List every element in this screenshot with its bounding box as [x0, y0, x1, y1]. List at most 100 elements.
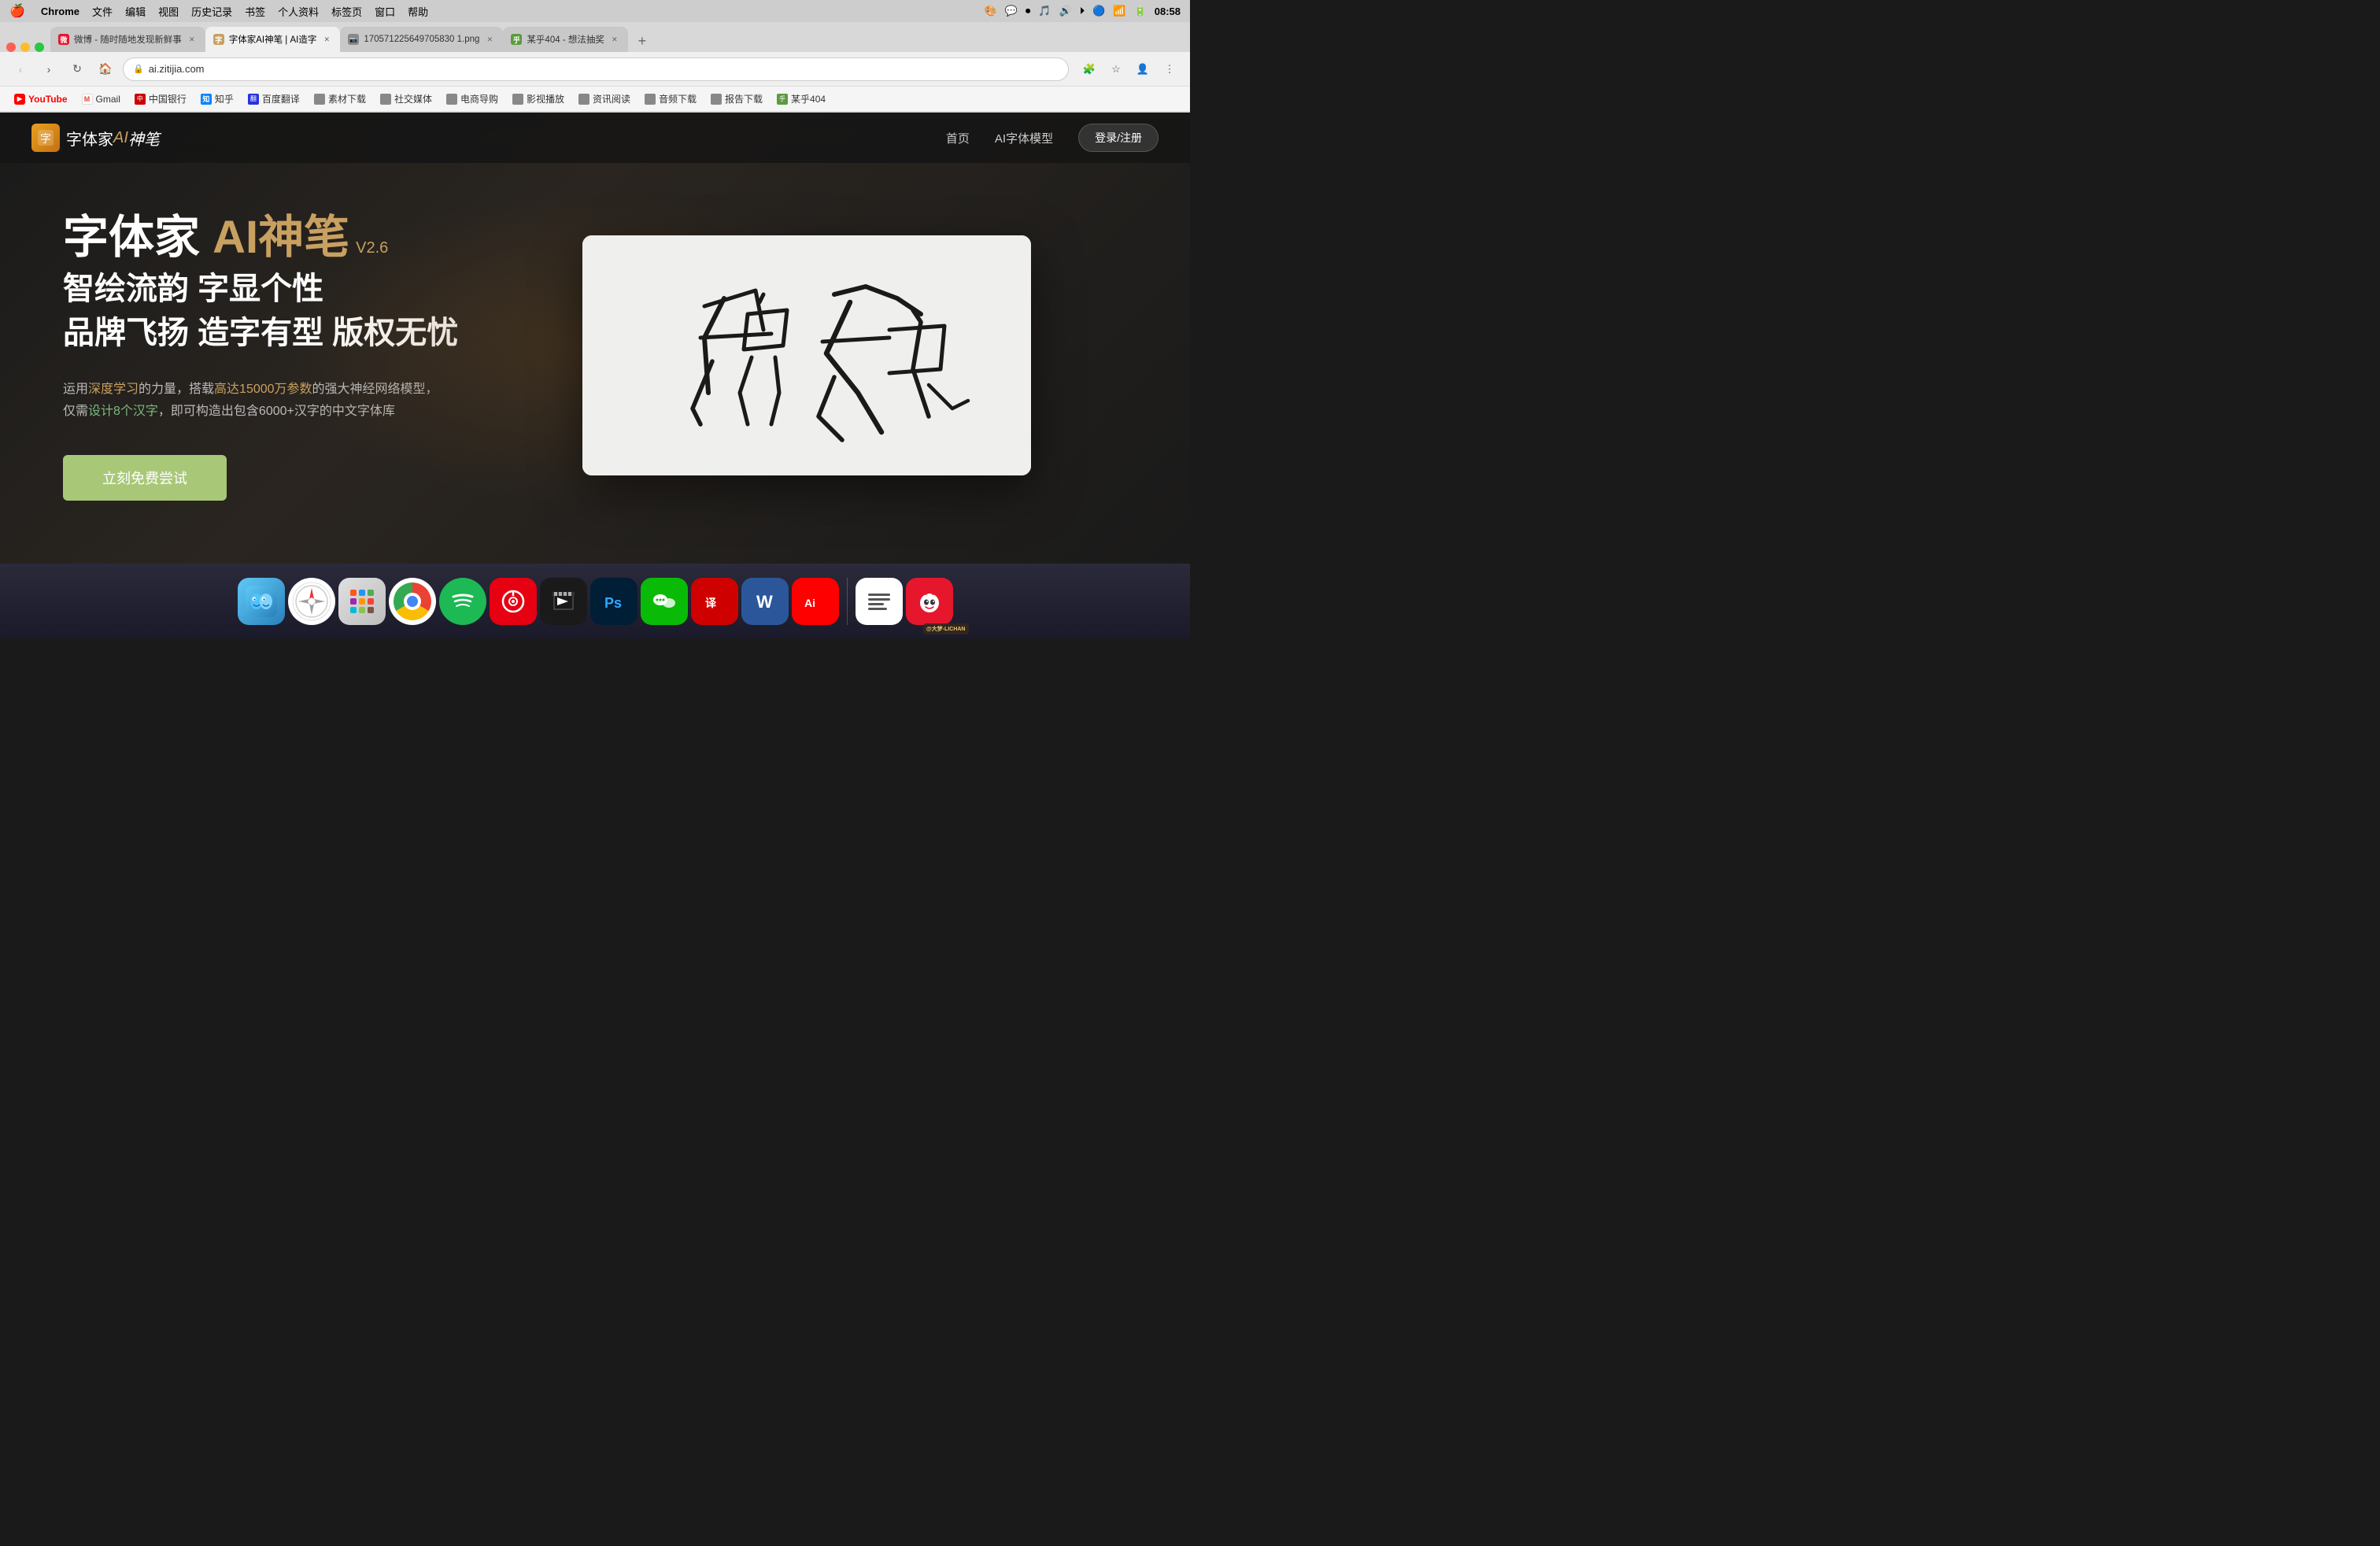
dock-finder[interactable] [238, 578, 285, 625]
bookmark-audio[interactable]: 音频下载 [638, 89, 703, 109]
svg-text:Ai: Ai [804, 597, 815, 609]
maximize-button[interactable] [35, 43, 44, 52]
bookmark-social[interactable]: 社交媒体 [374, 89, 438, 109]
bluetooth-icon[interactable]: 🔵 [1092, 5, 1105, 17]
bookmark-report[interactable]: 报告下载 [704, 89, 769, 109]
menu-profile[interactable]: 个人资料 [278, 4, 319, 19]
site-nav: 字 字体家 AI 神笔 首页 AI字体模型 登录/注册 [0, 113, 1190, 163]
menu-bookmarks[interactable]: 书签 [245, 4, 265, 19]
bookmark-material[interactable]: 素材下载 [308, 89, 372, 109]
play-icon[interactable]: ⏵ [1080, 5, 1085, 17]
login-button[interactable]: 登录/注册 [1078, 124, 1159, 152]
browser-chrome: 微 微博 - 随时随地发现新鲜事 ✕ 字 字体家AI神笔 | AI造字 ✕ 📷 … [0, 22, 1190, 113]
wechat-icon[interactable]: 💬 [1005, 5, 1018, 17]
dock-spotify[interactable] [439, 578, 486, 625]
nav-ai-model[interactable]: AI字体模型 [995, 130, 1053, 146]
tab-zitijia[interactable]: 字 字体家AI神笔 | AI造字 ✕ [205, 27, 341, 52]
tab-png[interactable]: 📷 170571225649705830 1.png ✕ [340, 27, 503, 52]
logo-text: 字体家 AI 神笔 [66, 127, 160, 150]
tab-weibo-close[interactable]: ✕ [187, 34, 198, 45]
bookmark-bank[interactable]: 中 中国银行 [128, 89, 193, 109]
extensions-icon[interactable]: 🧩 [1078, 58, 1100, 80]
dock-launchpad[interactable] [338, 578, 386, 625]
volume-icon[interactable]: 🔊 [1059, 5, 1072, 17]
wifi-icon[interactable]: 📶 [1113, 5, 1125, 17]
bookmark-404[interactable]: 乎 某乎404 [771, 89, 832, 109]
nav-home[interactable]: 首页 [946, 130, 970, 146]
lock-icon: 🔒 [133, 64, 144, 74]
hero-version: V2.6 [356, 239, 388, 257]
hero-description: 运用深度学习的力量，搭载高达15000万参数的强大神经网络模型， 仅需设计8个汉… [63, 379, 535, 424]
clock: 08:58 [1155, 6, 1181, 17]
dock-youdao[interactable]: 译 [691, 578, 738, 625]
hero-right [582, 235, 1031, 475]
bookmark-news[interactable]: 资讯阅读 [572, 89, 637, 109]
adobe-icon[interactable]: 🎨 [984, 5, 996, 17]
bookmark-ecom[interactable]: 电商导购 [440, 89, 504, 109]
bookmarks-bar: ▶ YouTube M Gmail 中 中国银行 知 知乎 [0, 87, 1190, 112]
weibo-badge: @大梦-LICHAN [923, 623, 969, 634]
dock-finalcut[interactable] [540, 578, 587, 625]
bookmark-star-icon[interactable]: ☆ [1105, 58, 1127, 80]
cta-button[interactable]: 立刻免费尝试 [63, 455, 227, 501]
nav-icons: 🧩 ☆ 👤 ⋮ [1078, 58, 1181, 80]
dock-photoshop[interactable]: Ps [590, 578, 638, 625]
music-icon[interactable]: 🎵 [1038, 5, 1051, 17]
tab-weibo-title: 微博 - 随时随地发现新鲜事 [74, 33, 182, 46]
dock-weibo[interactable]: @大梦-LICHAN [906, 578, 953, 625]
dock-netease[interactable] [490, 578, 537, 625]
minimize-button[interactable] [20, 43, 30, 52]
bookmark-zhihu[interactable]: 知 知乎 [194, 89, 240, 109]
dock-safari[interactable] [288, 578, 335, 625]
dock: Ps 译 W Ai [0, 564, 1190, 638]
profile-icon[interactable]: 👤 [1132, 58, 1154, 80]
tab-zhihu[interactable]: 乎 某乎404 - 想法抽奖 ✕ [503, 27, 627, 52]
address-bar[interactable]: 🔒 ai.zitijia.com [123, 57, 1069, 81]
bookmark-gmail[interactable]: M Gmail [76, 91, 127, 108]
close-button[interactable] [6, 43, 16, 52]
website-content: 字 字体家 AI 神笔 首页 AI字体模型 登录/注册 字体家 AI神笔V2.6… [0, 113, 1190, 564]
dock-adobe[interactable]: Ai [792, 578, 839, 625]
bookmark-ecom-label: 电商导购 [460, 92, 498, 105]
hero-subtitle1: 智绘流韵 字显个性 [63, 268, 535, 309]
menu-tabs[interactable]: 标签页 [331, 4, 362, 19]
apple-menu[interactable]: 🍎 [9, 3, 25, 19]
nav-bar: ‹ › ↻ 🏠 🔒 ai.zitijia.com 🧩 ☆ 👤 ⋮ [0, 52, 1190, 87]
dock-chrome[interactable] [389, 578, 436, 625]
dock-divider [847, 578, 848, 625]
dock-newsbar[interactable] [856, 578, 903, 625]
forward-button[interactable]: › [38, 58, 60, 80]
menu-view[interactable]: 视图 [158, 4, 179, 19]
svg-text:Ps: Ps [604, 595, 622, 611]
site-logo[interactable]: 字 字体家 AI 神笔 [31, 124, 160, 152]
menu-app[interactable]: Chrome [41, 6, 79, 17]
menu-history[interactable]: 历史记录 [191, 4, 232, 19]
logo-icon: 字 [31, 124, 60, 152]
hero-desc-end: ，即可构造出包含6000+汉字的中文字体库 [158, 405, 395, 418]
hero-title-ai: AI神笔 [213, 212, 349, 263]
menu-help[interactable]: 帮助 [408, 4, 428, 19]
back-button[interactable]: ‹ [9, 58, 31, 80]
reload-button[interactable]: ↻ [66, 58, 88, 80]
tab-zhihu-close[interactable]: ✕ [609, 34, 620, 45]
menu-file[interactable]: 文件 [92, 4, 113, 19]
bookmark-youtube[interactable]: ▶ YouTube [8, 91, 74, 108]
hero-section: 字体家 AI神笔V2.6 智绘流韵 字显个性 品牌飞扬 造字有型 版权无忧 运用… [0, 163, 1190, 564]
new-tab-button[interactable]: + [631, 30, 653, 52]
bookmark-video[interactable]: 影视播放 [506, 89, 571, 109]
record-icon[interactable]: ⏺ [1026, 5, 1031, 17]
menubar-right: 🎨 💬 ⏺ 🎵 🔊 ⏵ 🔵 📶 🔋 08:58 [984, 5, 1181, 17]
tab-weibo[interactable]: 微 微博 - 随时随地发现新鲜事 ✕ [50, 27, 205, 52]
tab-png-close[interactable]: ✕ [484, 34, 495, 45]
dock-wechat[interactable] [641, 578, 688, 625]
tab-zitijia-close[interactable]: ✕ [321, 34, 332, 45]
menu-window[interactable]: 窗口 [375, 4, 395, 19]
home-button[interactable]: 🏠 [94, 58, 116, 80]
bookmark-baidu[interactable]: 翻 百度翻译 [242, 89, 306, 109]
menu-icon[interactable]: ⋮ [1159, 58, 1181, 80]
battery-icon[interactable]: 🔋 [1134, 5, 1147, 17]
menu-edit[interactable]: 编辑 [125, 4, 146, 19]
bookmark-news-label: 资讯阅读 [593, 92, 630, 105]
bookmark-bank-label: 中国银行 [149, 92, 187, 105]
dock-word[interactable]: W [741, 578, 789, 625]
